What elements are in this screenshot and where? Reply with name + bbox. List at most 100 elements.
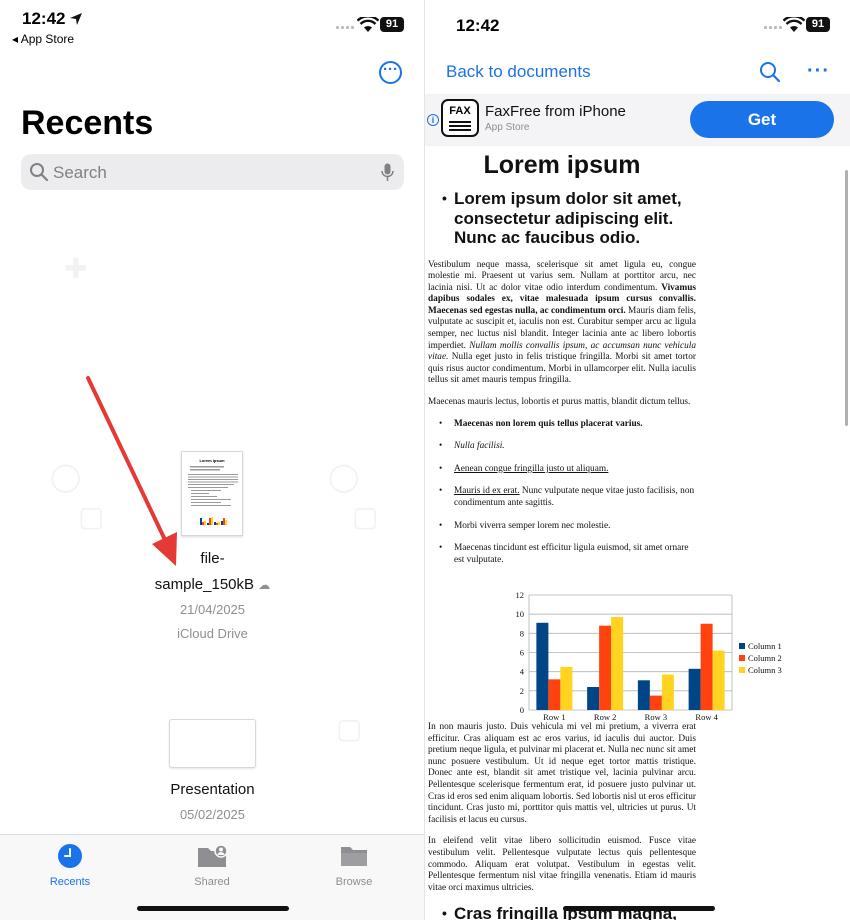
info-icon[interactable]: i bbox=[427, 114, 439, 126]
home-indicator[interactable] bbox=[563, 906, 715, 911]
list-item: Maecenas non lorem quis tellus placerat … bbox=[428, 419, 696, 431]
home-indicator[interactable] bbox=[137, 906, 289, 911]
red-arrow-icon bbox=[86, 376, 177, 566]
chart-bar bbox=[712, 650, 725, 710]
chart-bar bbox=[661, 674, 674, 710]
y-tick-label: 6 bbox=[520, 648, 524, 658]
x-tick-label: Row 3 bbox=[645, 712, 667, 722]
chart-bar bbox=[637, 680, 650, 710]
shared-folder-icon bbox=[198, 844, 228, 867]
document-page: Lorem ipsum Lorem ipsum dolor sit amet, … bbox=[428, 148, 696, 577]
status-time: 12:42 bbox=[456, 16, 500, 35]
ad-store-label: App Store bbox=[485, 122, 530, 133]
file-name-line2[interactable]: sample_150kB ☁ bbox=[0, 576, 425, 593]
back-to-documents-link[interactable]: Back to documents bbox=[446, 62, 591, 82]
fax-app-icon: FAX bbox=[441, 99, 479, 137]
file-location: iCloud Drive bbox=[177, 626, 248, 641]
presentation-date: 05/02/2025 bbox=[179, 807, 246, 822]
chart-bar bbox=[688, 668, 701, 710]
back-to-app-store[interactable]: ◂ App Store bbox=[12, 32, 74, 46]
get-button[interactable]: Get bbox=[690, 101, 834, 138]
tab-recents[interactable]: Recents bbox=[20, 843, 120, 888]
chart-bar bbox=[649, 695, 662, 710]
ghost-icon: ▢ bbox=[352, 501, 379, 532]
bar-chart: 0 2 4 6 8 10 12 Row 1 Row 2 Row 3 Row 4 Column 1 Col… bbox=[516, 590, 782, 722]
more-options-button[interactable]: ··· bbox=[379, 61, 402, 84]
list-item: Nulla facilisi. bbox=[428, 441, 696, 453]
microphone-icon[interactable] bbox=[381, 163, 394, 182]
chart-bar bbox=[536, 622, 549, 710]
ad-banner[interactable]: i FAX FaxFree from iPhone App Store Get bbox=[425, 94, 850, 146]
legend-label: Column 2 bbox=[748, 653, 782, 663]
y-tick-label: 4 bbox=[520, 667, 525, 677]
status-bar: 12:42 ◂ App Store 91 bbox=[0, 0, 425, 50]
chart-bar bbox=[560, 666, 573, 710]
wifi-icon bbox=[783, 17, 805, 32]
tab-label: Recents bbox=[49, 876, 91, 888]
cellular-signal-icon bbox=[336, 26, 354, 29]
legend-label: Column 3 bbox=[748, 665, 782, 675]
x-tick-label: Row 4 bbox=[695, 712, 718, 722]
search-bar[interactable]: Search bbox=[21, 154, 404, 190]
document-heading: Lorem ipsum dolor sit amet, consectetur … bbox=[428, 189, 696, 248]
file-name: sample_150kB bbox=[154, 576, 255, 593]
wifi-icon bbox=[357, 17, 379, 32]
chart-bar bbox=[587, 687, 600, 710]
more-options-button[interactable]: ··· bbox=[807, 60, 830, 83]
paragraph: In eleifend velit vitae libero sollicitu… bbox=[428, 836, 696, 893]
status-time: 12:42 bbox=[22, 9, 66, 28]
clock-icon bbox=[58, 844, 82, 868]
battery-icon: 91 bbox=[380, 17, 404, 32]
presentation-name[interactable]: Presentation bbox=[0, 781, 425, 798]
list-item: Mauris id ex erat. Nunc vulputate neque … bbox=[428, 486, 696, 509]
cellular-signal-icon bbox=[764, 26, 782, 29]
search-icon[interactable] bbox=[759, 61, 781, 83]
legend-label: Column 1 bbox=[748, 641, 782, 651]
tab-shared[interactable]: Shared bbox=[162, 843, 262, 888]
chart-bar bbox=[599, 625, 612, 710]
page-title: Recents bbox=[21, 104, 154, 142]
document-viewer-screen: 12:42 91 Back to documents ··· i FAX Fax… bbox=[425, 0, 850, 920]
file-name-line1[interactable]: file- bbox=[0, 550, 425, 567]
cloud-icon: ☁ bbox=[258, 578, 271, 592]
paragraph: Maecenas mauris lectus, lobortis et puru… bbox=[428, 397, 691, 408]
battery-icon: 91 bbox=[806, 17, 830, 32]
files-app-screen: 12:42 ◂ App Store 91 ··· Recents Search … bbox=[0, 0, 425, 920]
folder-icon bbox=[341, 847, 367, 866]
ghost-icon: ✚ bbox=[64, 253, 88, 284]
paragraph: In non mauris justo. Duis vehicula mi ve… bbox=[428, 722, 696, 825]
tab-label: Browse bbox=[335, 876, 373, 888]
chart-bar bbox=[548, 679, 561, 710]
y-tick-label: 10 bbox=[516, 609, 525, 619]
tab-browse[interactable]: Browse bbox=[304, 843, 404, 888]
legend-swatch bbox=[739, 655, 745, 661]
y-tick-label: 8 bbox=[520, 628, 524, 638]
ghost-icon: ▢ bbox=[336, 713, 363, 744]
search-icon bbox=[30, 163, 49, 182]
file-date: 21/04/2025 bbox=[179, 602, 246, 617]
ghost-icon: ◯ bbox=[328, 461, 360, 492]
y-tick-label: 0 bbox=[520, 705, 524, 715]
legend-swatch bbox=[739, 667, 745, 673]
bullet-list: Maecenas non lorem quis tellus placerat … bbox=[428, 419, 696, 567]
file-thumbnail[interactable]: Lorem ipsum bbox=[181, 451, 243, 536]
location-arrow-icon bbox=[70, 13, 82, 25]
thumbnail-text-lines bbox=[188, 466, 238, 525]
presentation-thumbnail[interactable] bbox=[169, 719, 256, 768]
legend-swatch bbox=[739, 643, 745, 649]
document-page-continued: In non mauris justo. Duis vehicula mi ve… bbox=[428, 722, 696, 920]
y-tick-label: 2 bbox=[520, 686, 524, 696]
scrollbar[interactable] bbox=[845, 170, 848, 426]
app-icon-text: FAX bbox=[449, 105, 471, 117]
list-item: Aenean congue fringilla justo ut aliquam… bbox=[428, 464, 696, 476]
document-title: Lorem ipsum bbox=[483, 151, 641, 179]
search-input[interactable]: Search bbox=[53, 163, 107, 183]
ad-app-name: FaxFree from iPhone bbox=[485, 103, 626, 120]
list-item: Maecenas tincidunt est efficitur ligula … bbox=[428, 543, 696, 566]
list-item: Morbi viverra semper lorem nec molestie. bbox=[428, 521, 696, 533]
tab-label: Shared bbox=[194, 876, 230, 888]
status-bar: 12:42 91 bbox=[425, 0, 850, 50]
chart-bar bbox=[700, 623, 713, 710]
x-tick-label: Row 2 bbox=[594, 712, 616, 722]
x-tick-label: Row 1 bbox=[543, 712, 565, 722]
